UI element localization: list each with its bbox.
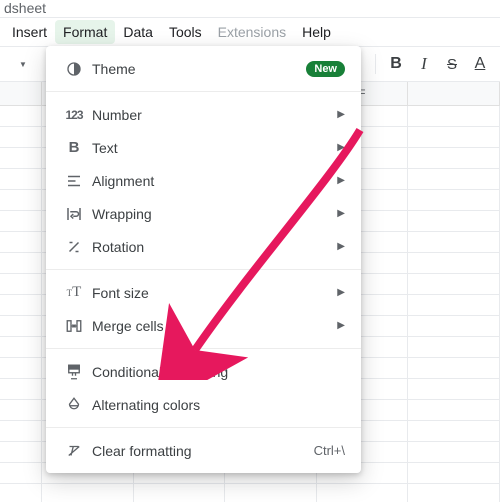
menu-item-font-size[interactable]: TT Font size ▶ xyxy=(46,276,361,309)
menu-divider xyxy=(46,269,361,270)
menu-label: Wrapping xyxy=(88,206,337,222)
title-fragment: dsheet xyxy=(0,0,50,16)
menu-label: Alignment xyxy=(88,173,337,189)
toolbar-separator xyxy=(375,54,376,74)
submenu-arrow-icon: ▶ xyxy=(337,175,345,186)
menu-label: Text xyxy=(88,140,337,156)
menu-label: Conditional formatting xyxy=(88,364,345,380)
italic-button[interactable]: I xyxy=(410,50,438,78)
submenu-arrow-icon: ▶ xyxy=(337,241,345,252)
column-header-partial[interactable] xyxy=(0,82,42,105)
alternating-colors-icon xyxy=(60,396,88,414)
window-titlebar: dsheet xyxy=(0,0,500,18)
menu-format[interactable]: Format xyxy=(55,20,115,44)
submenu-arrow-icon: ▶ xyxy=(337,208,345,219)
menu-divider xyxy=(46,427,361,428)
menu-label: Clear formatting xyxy=(88,443,314,459)
menu-extensions[interactable]: Extensions xyxy=(210,20,294,44)
menu-item-alignment[interactable]: Alignment ▶ xyxy=(46,164,361,197)
font-size-icon: TT xyxy=(60,284,88,301)
menu-item-text[interactable]: B Text ▶ xyxy=(46,131,361,164)
toolbar-dropdown-fragment[interactable]: ▼ xyxy=(0,47,46,81)
text-icon: B xyxy=(60,139,88,156)
theme-icon xyxy=(60,60,88,78)
menu-help[interactable]: Help xyxy=(294,20,339,44)
bold-button[interactable]: B xyxy=(382,50,410,78)
number-icon: 123 xyxy=(60,108,88,122)
new-badge: New xyxy=(306,61,345,77)
menubar: Insert Format Data Tools Extensions Help xyxy=(0,18,500,46)
conditional-formatting-icon xyxy=(60,363,88,381)
chevron-down-icon: ▼ xyxy=(19,60,27,69)
alignment-icon xyxy=(60,172,88,190)
menu-label: Merge cells xyxy=(88,318,337,334)
keyboard-shortcut: Ctrl+\ xyxy=(314,443,345,458)
menu-label: Number xyxy=(88,107,337,123)
menu-insert[interactable]: Insert xyxy=(4,20,55,44)
menu-item-number[interactable]: 123 Number ▶ xyxy=(46,98,361,131)
merge-cells-icon xyxy=(60,317,88,335)
menu-item-merge-cells[interactable]: Merge cells ▶ xyxy=(46,309,361,342)
submenu-arrow-icon: ▶ xyxy=(337,142,345,153)
menu-data[interactable]: Data xyxy=(115,20,161,44)
menu-tools[interactable]: Tools xyxy=(161,20,210,44)
menu-divider xyxy=(46,348,361,349)
clear-formatting-icon xyxy=(60,442,88,460)
menu-label: Theme xyxy=(88,61,306,77)
menu-item-clear-formatting[interactable]: Clear formatting Ctrl+\ xyxy=(46,434,361,467)
menu-label: Rotation xyxy=(88,239,337,255)
format-menu: Theme New 123 Number ▶ B Text ▶ Alignmen… xyxy=(46,46,361,473)
submenu-arrow-icon: ▶ xyxy=(337,287,345,298)
menu-label: Font size xyxy=(88,285,337,301)
menu-divider xyxy=(46,91,361,92)
menu-label: Alternating colors xyxy=(88,397,345,413)
menu-item-conditional-formatting[interactable]: Conditional formatting xyxy=(46,355,361,388)
wrapping-icon xyxy=(60,205,88,223)
menu-item-wrapping[interactable]: Wrapping ▶ xyxy=(46,197,361,230)
text-color-button[interactable]: A xyxy=(466,50,494,78)
menu-item-theme[interactable]: Theme New xyxy=(46,52,361,85)
submenu-arrow-icon: ▶ xyxy=(337,109,345,120)
rotation-icon xyxy=(60,238,88,256)
column-header[interactable] xyxy=(408,82,500,105)
strikethrough-button[interactable]: S xyxy=(438,50,466,78)
submenu-arrow-icon: ▶ xyxy=(337,320,345,331)
menu-item-alternating-colors[interactable]: Alternating colors xyxy=(46,388,361,421)
menu-item-rotation[interactable]: Rotation ▶ xyxy=(46,230,361,263)
